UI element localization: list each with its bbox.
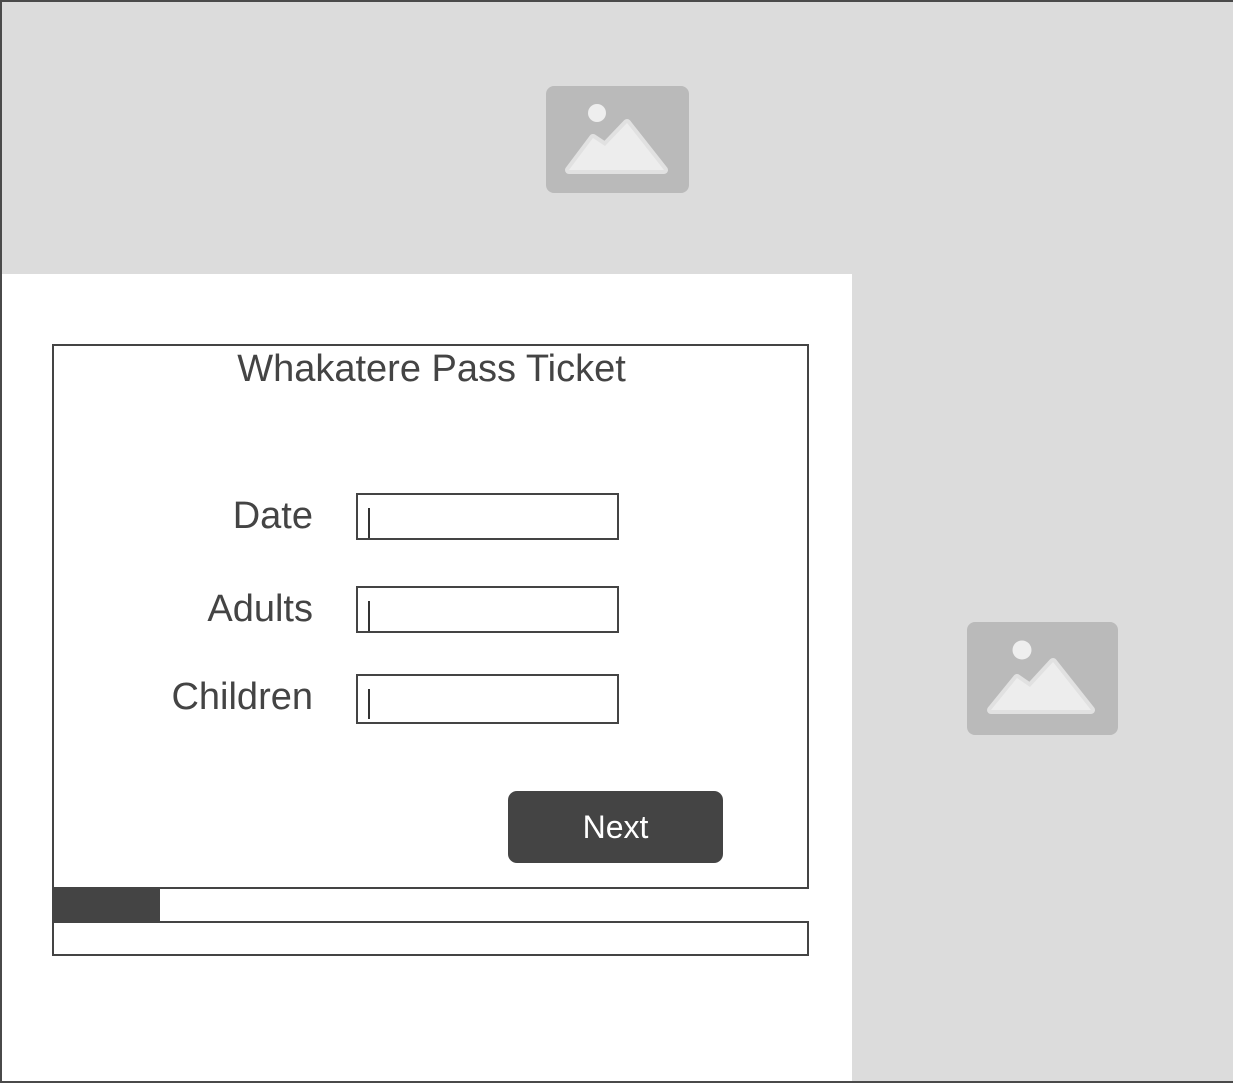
image-placeholder-icon [967, 622, 1118, 735]
side-image-panel [852, 274, 1233, 1081]
adults-input[interactable] [356, 586, 619, 633]
progress-bar [54, 887, 809, 923]
date-input[interactable] [356, 493, 619, 540]
ticket-form-card: Whakatere Pass Ticket Date Adults Childr… [52, 344, 809, 956]
page: Whakatere Pass Ticket Date Adults Childr… [0, 0, 1233, 1083]
children-label: Children [171, 676, 313, 718]
hero-banner [2, 2, 1233, 274]
adults-row: Adults [54, 584, 809, 634]
progress-fill [54, 889, 160, 921]
text-caret [368, 689, 370, 719]
date-label: Date [232, 495, 313, 537]
form-title: Whakatere Pass Ticket [237, 348, 626, 390]
text-caret [368, 508, 370, 538]
children-input[interactable] [356, 674, 619, 724]
date-row: Date [54, 491, 809, 541]
text-caret [368, 601, 370, 631]
image-placeholder-icon [546, 86, 689, 193]
children-row: Children [54, 672, 809, 724]
adults-label: Adults [207, 588, 313, 630]
next-button[interactable]: Next [508, 791, 723, 863]
